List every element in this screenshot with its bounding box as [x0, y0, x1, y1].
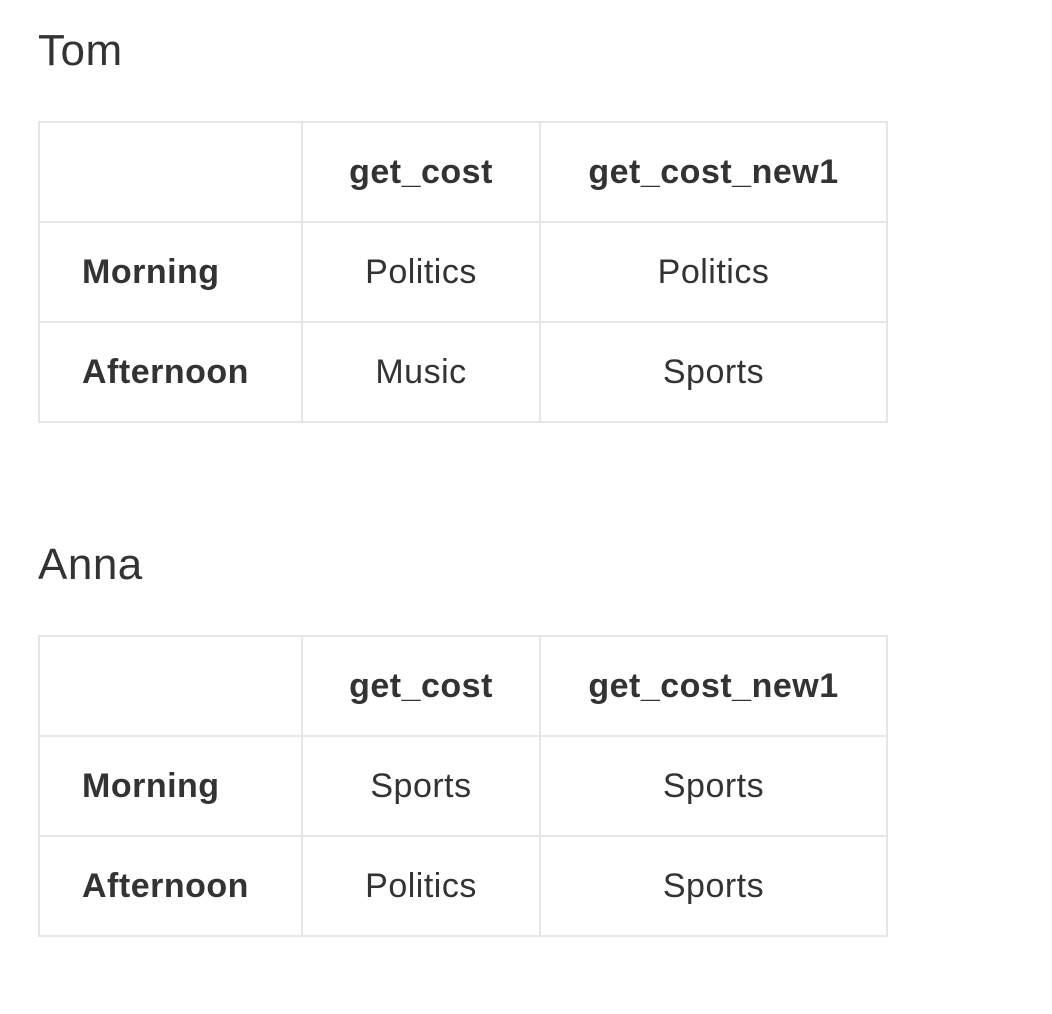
row-header-morning: Morning: [38, 735, 303, 837]
section-title-tom: Tom: [38, 26, 123, 75]
column-header-get-cost-new1: get_cost_new1: [539, 121, 888, 223]
table-row: Morning Sports Sports: [38, 735, 888, 837]
row-header-afternoon: Afternoon: [38, 835, 303, 937]
column-header-get-cost: get_cost: [301, 635, 541, 737]
table-cell: Politics: [301, 221, 541, 323]
table-cell: Sports: [539, 735, 888, 837]
table-row: Afternoon Music Sports: [38, 321, 888, 423]
table-cell: Sports: [539, 835, 888, 937]
schedule-table-tom: get_cost get_cost_new1 Morning Politics …: [38, 121, 888, 423]
corner-header-cell: [38, 635, 303, 737]
column-header-get-cost: get_cost: [301, 121, 541, 223]
table-cell: Politics: [539, 221, 888, 323]
row-header-morning: Morning: [38, 221, 303, 323]
column-header-get-cost-new1: get_cost_new1: [539, 635, 888, 737]
table-row: Afternoon Politics Sports: [38, 835, 888, 937]
section-title-anna: Anna: [38, 540, 143, 589]
table-row: Morning Politics Politics: [38, 221, 888, 323]
table-cell: Sports: [301, 735, 541, 837]
table-cell: Sports: [539, 321, 888, 423]
table-cell: Politics: [301, 835, 541, 937]
table-header-row: get_cost get_cost_new1: [38, 635, 888, 737]
table-cell: Music: [301, 321, 541, 423]
schedule-table-anna: get_cost get_cost_new1 Morning Sports Sp…: [38, 635, 888, 937]
corner-header-cell: [38, 121, 303, 223]
table-header-row: get_cost get_cost_new1: [38, 121, 888, 223]
row-header-afternoon: Afternoon: [38, 321, 303, 423]
